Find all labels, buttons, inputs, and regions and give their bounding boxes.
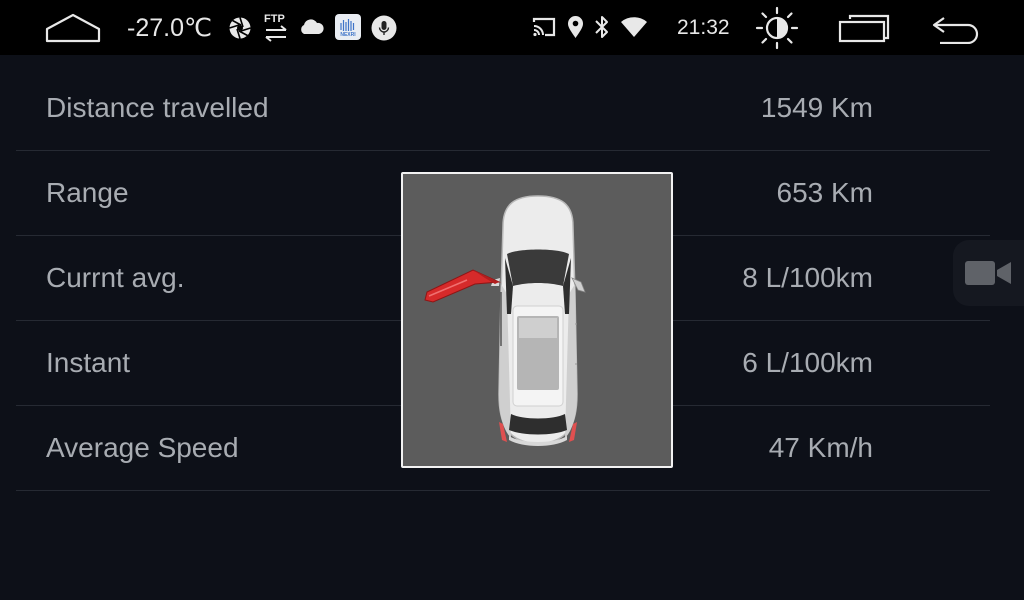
bluetooth-icon (594, 14, 610, 40)
car-top-view (424, 195, 586, 446)
back-icon[interactable] (930, 14, 982, 45)
row-value: 47 Km/h (768, 432, 873, 463)
row-label: Distance travelled (46, 92, 269, 123)
row-label: Average Speed (46, 432, 239, 463)
row-label: Range (46, 177, 129, 208)
row-value: 1549 Km (760, 92, 873, 123)
row-value: 6 L/100km (742, 347, 873, 378)
brightness-icon[interactable] (755, 6, 799, 50)
aperture-icon (228, 16, 252, 40)
door-status-panel (401, 172, 673, 468)
row-value: 8 L/100km (742, 262, 873, 293)
cast-icon (532, 16, 556, 38)
recent-apps-icon[interactable] (838, 14, 890, 44)
row-label: Instant (46, 347, 131, 378)
clock: 21:32 (677, 15, 730, 39)
status-bar: -27.0℃ FTP NEXRI 21:32 (0, 0, 1024, 55)
home-icon[interactable] (44, 12, 102, 44)
ftp-transfer-icon: FTP (262, 13, 290, 43)
row-value: 653 Km (776, 177, 874, 208)
row-label: Currnt avg. (46, 262, 185, 293)
nexri-label: NEXRI (340, 32, 356, 38)
camera-side-tab[interactable] (953, 240, 1024, 306)
wifi-icon (620, 17, 648, 37)
video-camera-icon (965, 259, 1013, 287)
microphone-icon[interactable] (371, 15, 397, 41)
nexri-app-icon: NEXRI (335, 14, 361, 40)
location-pin-icon (567, 15, 584, 39)
cloud-icon (298, 18, 325, 36)
list-item: Distance travelled 1549 Km (16, 65, 990, 151)
temperature-readout: -27.0℃ (127, 13, 213, 42)
